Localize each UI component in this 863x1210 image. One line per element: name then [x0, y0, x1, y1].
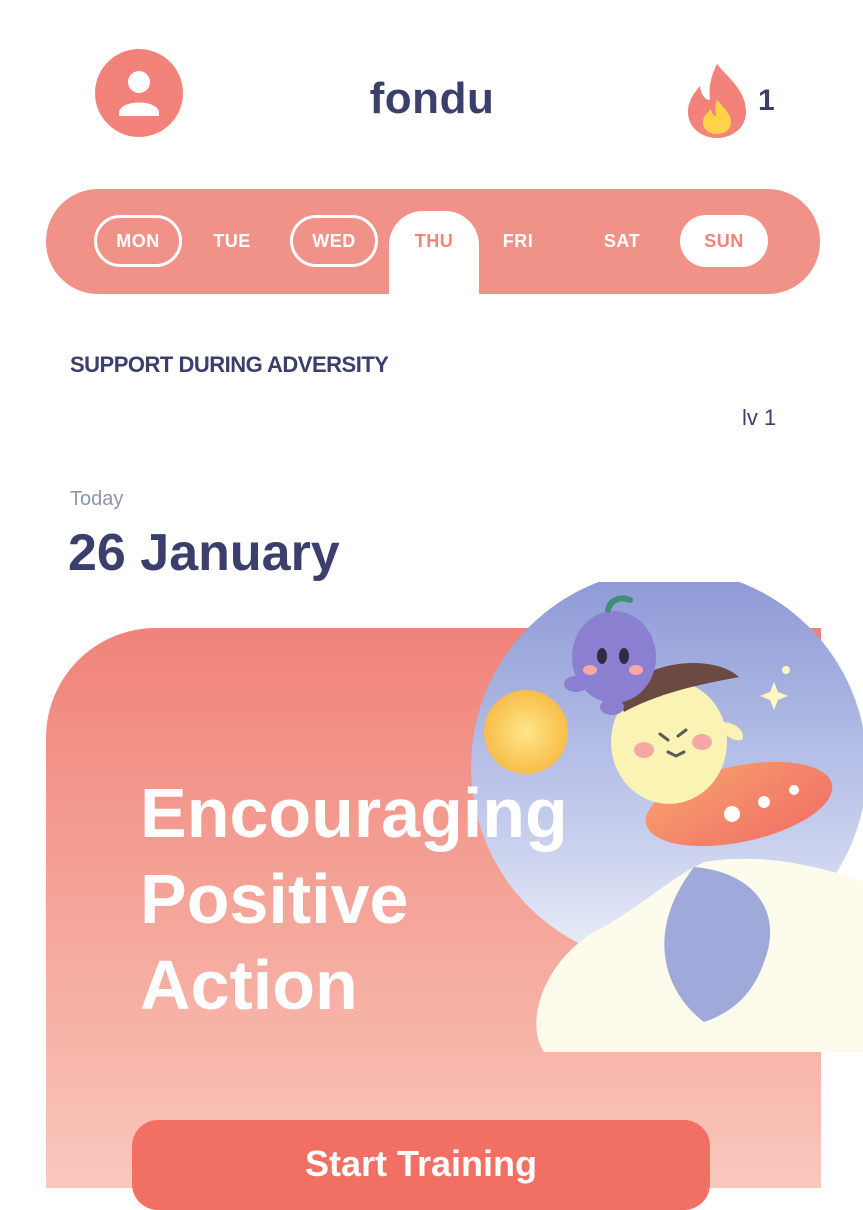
- app-logo: fondu: [369, 74, 495, 123]
- day-sat[interactable]: SAT: [578, 215, 666, 267]
- day-fri[interactable]: FRI: [474, 215, 562, 267]
- week-day-selector: MON TUE WED THU FRI SAT SUN: [46, 189, 820, 297]
- flame-icon[interactable]: [682, 60, 752, 140]
- card-title: Encouraging Positive Action: [140, 770, 660, 1028]
- day-wed[interactable]: WED: [290, 215, 378, 267]
- date-heading: 26 January: [68, 524, 340, 582]
- streak-count: 1: [758, 84, 775, 117]
- day-sun[interactable]: SUN: [680, 215, 768, 267]
- card-title-line: Positive: [140, 860, 409, 938]
- card-title-line: Encouraging: [140, 774, 568, 852]
- section-title: SUPPORT DURING ADVERSITY: [70, 352, 389, 377]
- start-training-button[interactable]: Start Training: [132, 1120, 710, 1210]
- today-label: Today: [70, 488, 124, 510]
- day-thu-today[interactable]: THU: [389, 211, 479, 297]
- user-icon: [119, 71, 159, 116]
- day-tue[interactable]: TUE: [188, 215, 276, 267]
- level-indicator: lv 1: [742, 405, 777, 430]
- profile-avatar-button[interactable]: [95, 49, 183, 137]
- card-title-line: Action: [140, 946, 358, 1024]
- day-mon[interactable]: MON: [94, 215, 182, 267]
